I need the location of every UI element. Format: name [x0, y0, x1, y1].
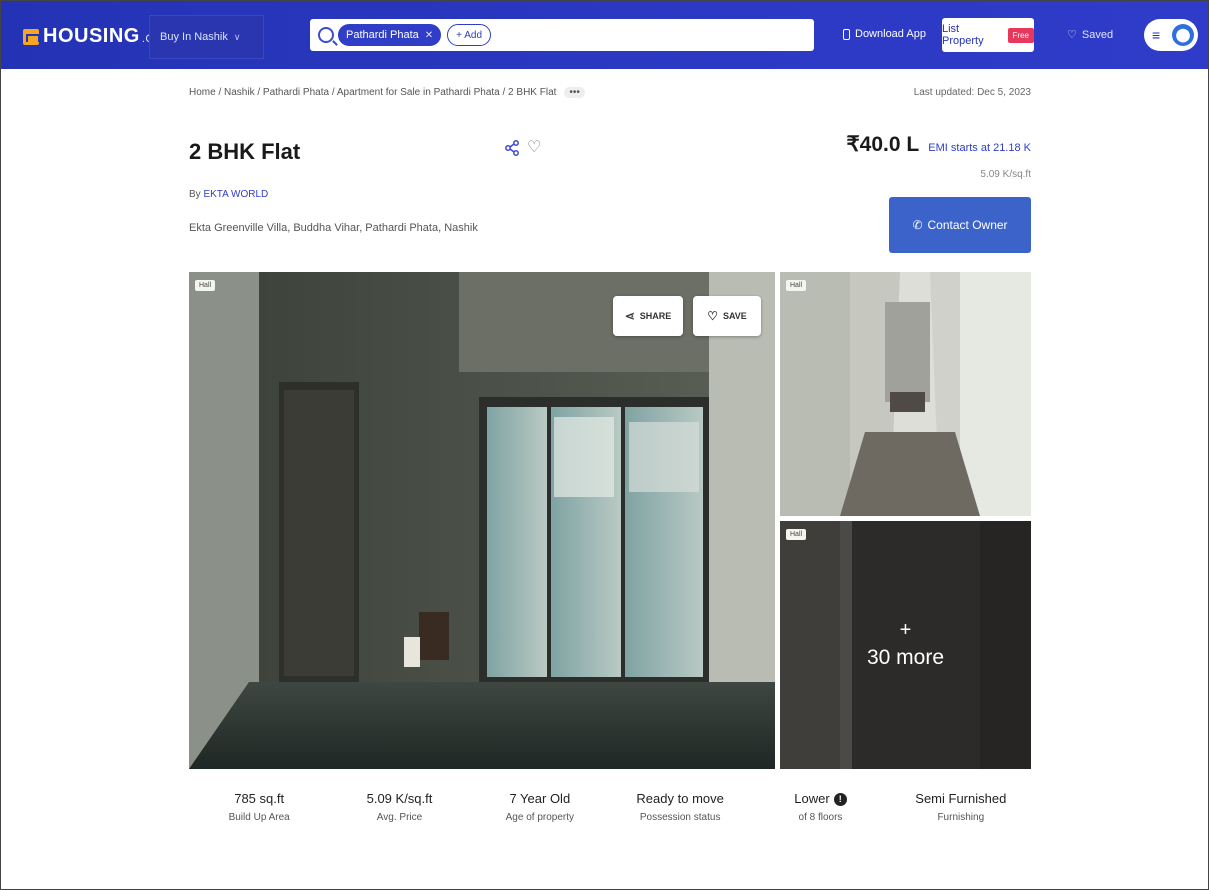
more-photos-overlay[interactable]: + 30 more — [780, 521, 1031, 769]
listing-price: ₹40.0 L — [846, 133, 920, 156]
by-prefix: By — [189, 189, 201, 200]
free-badge: Free — [1007, 27, 1034, 43]
contact-owner-label: Contact Owner — [927, 218, 1008, 232]
house-logo-icon — [23, 28, 40, 45]
stat-build-up-area: 785 sq.ft Build Up Area — [189, 791, 329, 823]
search-bar[interactable]: Pathardi Phata ✕ + Add — [310, 19, 814, 51]
stat-possession: Ready to move Possession status — [610, 791, 750, 823]
save-photo-label: SAVE — [722, 311, 747, 321]
close-icon[interactable]: ✕ — [425, 30, 433, 41]
stat-value: Ready to move — [636, 791, 724, 806]
list-property-button[interactable]: List Property Free — [942, 18, 1034, 52]
stat-avg-price: 5.09 K/sq.ft Avg. Price — [329, 791, 469, 823]
list-property-label: List Property — [942, 23, 984, 47]
heart-icon: ♡ — [707, 309, 718, 323]
photo-tag-main: Hall — [195, 280, 216, 291]
more-photos-label: 30 more — [866, 646, 945, 669]
stat-age: 7 Year Old Age of property — [470, 791, 610, 823]
phone-call-icon: ✆ — [912, 218, 923, 232]
share-icon[interactable] — [504, 140, 520, 156]
builder-byline: By EKTA WORLD — [189, 189, 268, 200]
stat-label: Avg. Price — [376, 812, 423, 823]
download-app-label: Download App — [855, 28, 926, 40]
stat-value: 7 Year Old — [509, 791, 571, 806]
search-icon — [318, 27, 334, 43]
logo-text: HOUSING — [43, 25, 140, 47]
city-selector[interactable]: Buy In Nashik ∨ — [149, 15, 264, 59]
listing-title: 2 BHK Flat — [189, 139, 301, 164]
saved-label: Saved — [1081, 28, 1114, 41]
phone-icon — [843, 28, 850, 40]
side-photo-hallway[interactable]: Hall — [780, 272, 1031, 516]
hallway-photo-image — [780, 272, 1031, 516]
heart-icon: ♡ — [1067, 29, 1077, 41]
stat-label: Possession status — [639, 812, 721, 823]
builder-link[interactable]: EKTA WORLD — [203, 189, 268, 200]
property-stats: 785 sq.ft Build Up Area 5.09 K/sq.ft Avg… — [189, 791, 1031, 823]
share-photo-button[interactable]: ⋖ SHARE — [613, 296, 683, 336]
locality-chip-label: Pathardi Phata — [346, 29, 419, 41]
page-frame: HOUSING .COM Buy In Nashik ∨ Pathardi Ph… — [0, 0, 1209, 890]
avatar-icon: ⬤ — [1172, 24, 1194, 46]
locality-chip[interactable]: Pathardi Phata ✕ — [338, 24, 442, 46]
stat-value: Semi Furnished — [915, 791, 1007, 806]
add-locality-button[interactable]: + Add — [447, 24, 492, 46]
contact-owner-button[interactable]: ✆ Contact Owner — [889, 197, 1031, 253]
listing-address: Ekta Greenville Villa, Buddha Vihar, Pat… — [189, 222, 478, 234]
stat-value: Lower — [794, 791, 830, 806]
city-selector-label: Buy In Nashik — [160, 31, 228, 43]
breadcrumb-more-icon[interactable]: ••• — [564, 87, 585, 98]
user-menu-button[interactable]: ≡ ⬤ — [1144, 19, 1198, 51]
breadcrumb: Home / Nashik / Pathardi Phata / Apartme… — [189, 87, 585, 98]
stat-value-wrap: Lower! — [750, 791, 890, 806]
side-photo-more[interactable]: Hall + 30 more — [780, 521, 1031, 769]
price-block: ₹40.0 L EMI starts at 21.18 K — [801, 132, 1031, 157]
hamburger-icon: ≡ — [1152, 27, 1161, 43]
download-app-link[interactable]: Download App — [843, 28, 926, 40]
save-photo-button[interactable]: ♡ SAVE — [693, 296, 761, 336]
share-icon: ⋖ — [624, 309, 635, 323]
stat-label: Furnishing — [937, 812, 985, 823]
top-navbar: HOUSING .COM Buy In Nashik ∨ Pathardi Ph… — [1, 1, 1208, 69]
hall-photo-image — [189, 272, 775, 769]
main-photo[interactable]: Hall — [189, 272, 775, 769]
stat-furnishing: Semi Furnished Furnishing — [891, 791, 1031, 823]
last-updated: Last updated: Dec 5, 2023 — [913, 87, 1031, 98]
stat-value: 5.09 K/sq.ft — [366, 791, 433, 806]
saved-link[interactable]: ♡ Saved — [1067, 28, 1114, 42]
stat-value: 785 sq.ft — [234, 791, 285, 806]
breadcrumb-text[interactable]: Home / Nashik / Pathardi Phata / Apartme… — [189, 87, 556, 98]
favorite-heart-icon[interactable]: ♡ — [527, 137, 541, 157]
chevron-down-icon: ∨ — [233, 31, 241, 42]
stat-label: of 8 floors — [798, 812, 843, 823]
plus-icon: + — [899, 619, 912, 641]
share-photo-label: SHARE — [639, 311, 672, 321]
stat-label: Age of property — [505, 812, 574, 823]
info-icon[interactable]: ! — [833, 793, 847, 806]
photo-tag-side1: Hall — [786, 280, 807, 291]
stat-label: Build Up Area — [228, 812, 290, 823]
emi-text[interactable]: EMI starts at 21.18 K — [928, 142, 1031, 154]
price-per-sqft: 5.09 K/sq.ft — [980, 169, 1031, 180]
stat-floor: Lower! of 8 floors — [750, 791, 890, 823]
